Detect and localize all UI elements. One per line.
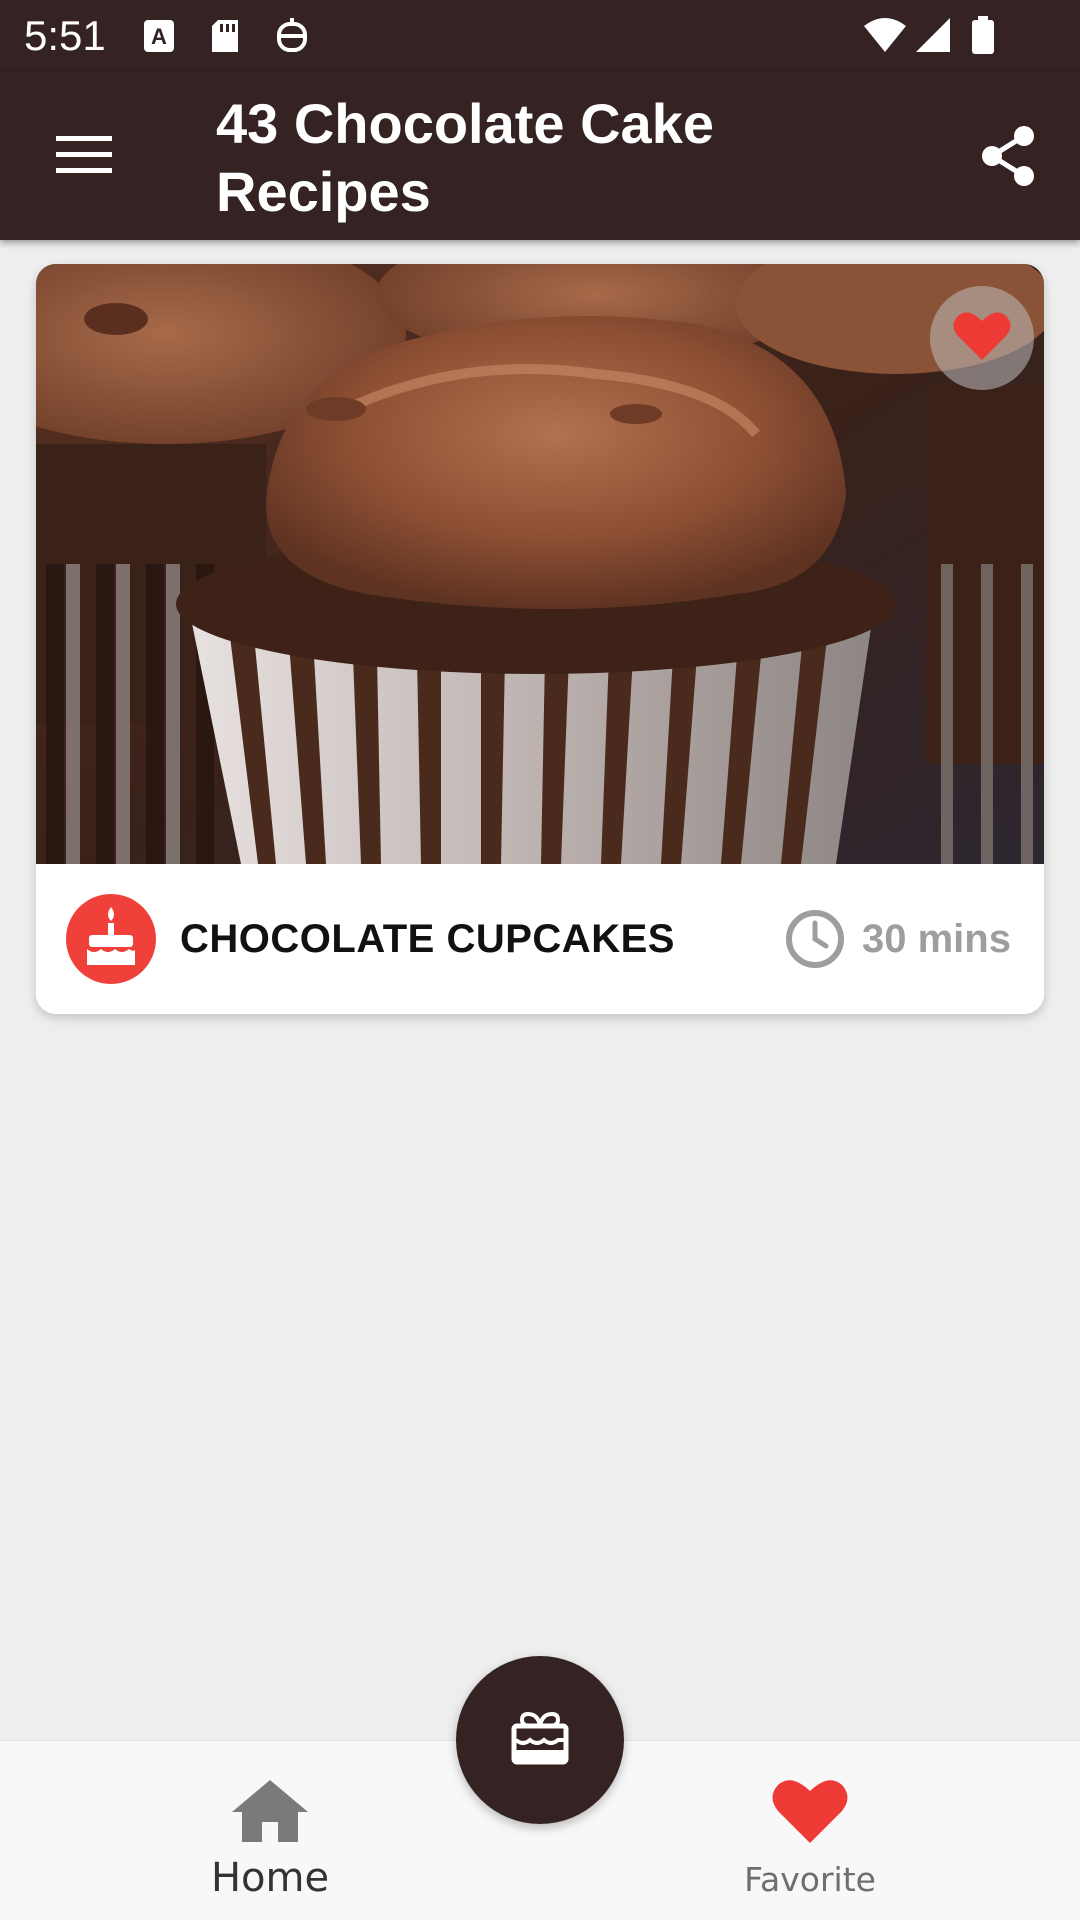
share-icon: [978, 124, 1038, 193]
heart-icon: [660, 1771, 960, 1851]
svg-text:A: A: [151, 24, 167, 49]
recipe-name: CHOCOLATE CUPCAKES: [180, 917, 675, 961]
recipe-card[interactable]: CHOCOLATE CUPCAKES 30 mins: [36, 264, 1044, 1014]
heart-icon: [953, 310, 1011, 367]
share-button[interactable]: [968, 118, 1048, 198]
app-screen: 5:51 A 43 Chocolate Cake Recipes CHOCOLA…: [0, 0, 1080, 1920]
nav-label-favorite: Favorite: [744, 1860, 876, 1899]
home-icon: [120, 1771, 420, 1851]
page-title: 43 Chocolate Cake Recipes: [216, 92, 714, 223]
birthday-cake-icon: [83, 905, 139, 974]
category-badge: [66, 894, 156, 984]
menu-button[interactable]: [40, 116, 128, 196]
nav-item-favorite[interactable]: Favorite: [660, 1741, 960, 1920]
signal-icon: [914, 16, 952, 56]
recipe-footer: CHOCOLATE CUPCAKES 30 mins: [36, 864, 1044, 1014]
cake-fab-button[interactable]: [456, 1656, 624, 1824]
status-time: 5:51: [24, 12, 106, 59]
battery-icon: [970, 16, 996, 56]
status-bar: 5:51 A: [0, 0, 1080, 72]
nav-label-home: Home: [210, 1855, 330, 1901]
text-badge-icon: A: [142, 16, 176, 56]
clock-icon: [784, 908, 846, 970]
nav-item-home[interactable]: Home: [120, 1741, 420, 1920]
app-bar: 43 Chocolate Cake Recipes: [0, 72, 1080, 240]
recipe-image: [36, 264, 1044, 864]
robot-icon: [274, 16, 310, 56]
hamburger-menu-icon: [56, 134, 112, 179]
recipe-time: 30 mins: [862, 917, 1011, 961]
favorite-toggle[interactable]: [930, 286, 1034, 390]
cake-gift-icon: [508, 1710, 572, 1771]
wifi-icon: [862, 16, 908, 56]
sd-card-icon: [208, 16, 242, 56]
